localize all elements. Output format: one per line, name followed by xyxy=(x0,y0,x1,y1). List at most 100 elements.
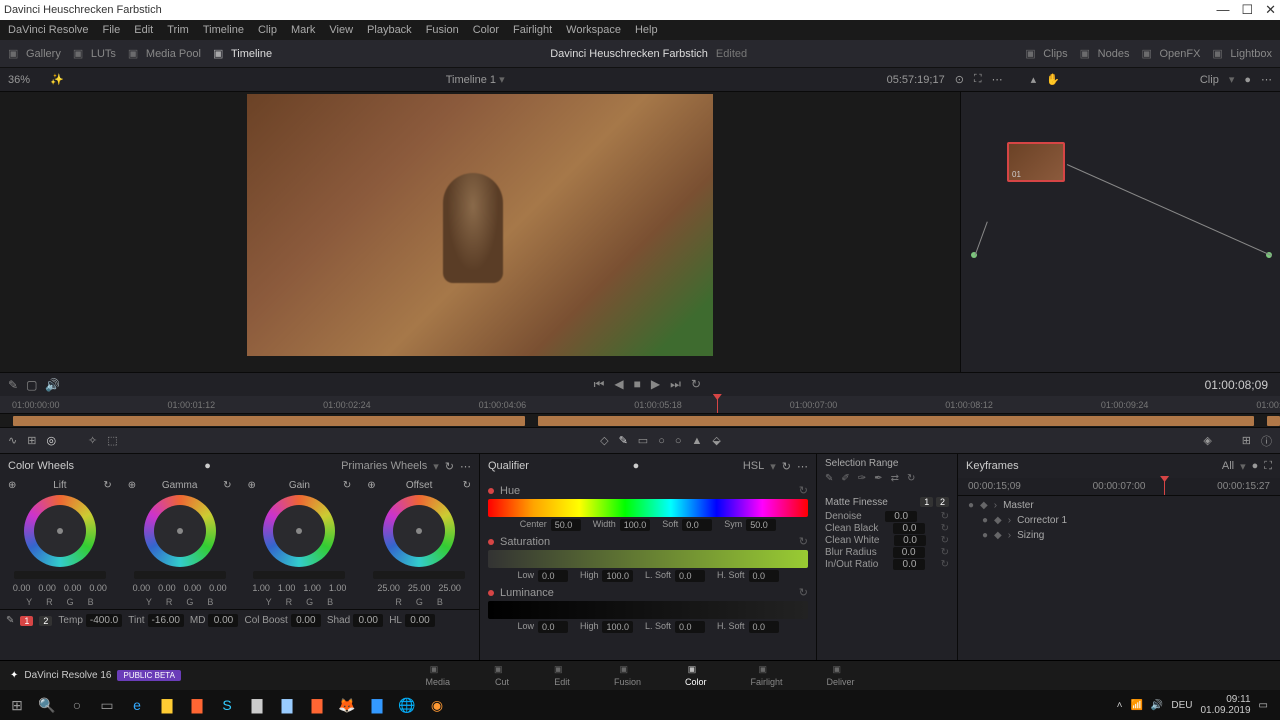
menu-help[interactable]: Help xyxy=(635,24,658,36)
adjust-temp[interactable]: Temp-400.0 xyxy=(58,614,122,627)
more-icon-2[interactable]: ⋯ xyxy=(1261,73,1272,86)
adjust-col-boost[interactable]: Col Boost0.00 xyxy=(244,614,320,627)
eyedropper-icon[interactable]: ✎ xyxy=(619,434,628,447)
timeline-ruler[interactable]: 01:00:00:0001:00:01:1201:00:02:2401:00:0… xyxy=(0,396,1280,414)
stop-button[interactable]: ■ xyxy=(634,377,641,392)
picker-icon[interactable]: ✎ xyxy=(8,378,18,392)
tray-up-icon[interactable]: ˄ xyxy=(1117,700,1123,711)
q-value[interactable]: 100.0 xyxy=(602,621,633,633)
highlight-icon[interactable]: ◈ xyxy=(1203,434,1211,447)
reset-icon[interactable]: ↻ xyxy=(941,559,949,570)
topbar-timeline[interactable]: ▣Timeline xyxy=(213,47,272,61)
reset-icon[interactable]: ↻ xyxy=(103,480,111,491)
q-value[interactable]: 50.0 xyxy=(746,519,776,531)
wheel-value[interactable]: 1.00 xyxy=(278,583,296,593)
edge-icon[interactable]: e xyxy=(124,692,150,718)
picker-add-icon[interactable]: ✎ xyxy=(825,473,833,484)
q-value[interactable]: 50.0 xyxy=(551,519,581,531)
minimize-button[interactable]: — xyxy=(1216,2,1229,18)
adjust-md[interactable]: MD0.00 xyxy=(190,614,239,627)
node-graph[interactable]: 01 xyxy=(960,92,1280,372)
viewer-opts-icon[interactable]: ⊙ xyxy=(955,73,964,86)
reset-icon[interactable]: ↻ xyxy=(799,586,808,599)
q-value[interactable]: 0.0 xyxy=(682,519,712,531)
more-icon[interactable]: ⋯ xyxy=(797,460,808,473)
clip[interactable] xyxy=(13,416,525,426)
color-wheel[interactable] xyxy=(263,495,335,567)
key-icon-2[interactable]: ⬙ xyxy=(712,434,720,447)
close-button[interactable]: ✕ xyxy=(1265,2,1276,18)
pointer-icon[interactable]: ▴ xyxy=(1031,73,1037,86)
curves-icon[interactable]: ∿ xyxy=(8,434,17,447)
reset-range-icon[interactable]: ↻ xyxy=(907,473,915,484)
section-toggle[interactable] xyxy=(488,539,494,545)
adjust-tint[interactable]: Tint-16.00 xyxy=(128,614,184,627)
wheel-value[interactable]: 0.00 xyxy=(158,583,176,593)
color-wheel[interactable] xyxy=(144,495,216,567)
reset-icon[interactable]: ↻ xyxy=(343,480,351,491)
zoom-level[interactable]: 36% xyxy=(8,74,30,86)
expand-icon[interactable]: ⛶ xyxy=(1264,460,1272,473)
page-fairlight[interactable]: ▣Fairlight xyxy=(751,664,783,687)
section-toggle[interactable] xyxy=(488,488,494,494)
q-value[interactable]: 0.0 xyxy=(749,621,779,633)
kf-item-master[interactable]: ●◆›Master xyxy=(958,498,1280,513)
menu-clip[interactable]: Clip xyxy=(258,24,277,36)
menu-workspace[interactable]: Workspace xyxy=(566,24,621,36)
page-1-pill[interactable]: 1 xyxy=(20,616,33,626)
reset-icon[interactable]: ↻ xyxy=(799,535,808,548)
expand-icon[interactable]: ⛶ xyxy=(974,73,982,86)
clip-strip[interactable] xyxy=(0,414,1280,428)
picker-add2-icon[interactable]: ✒ xyxy=(874,473,882,484)
page-media[interactable]: ▣Media xyxy=(425,664,450,687)
fx-icon[interactable]: ✧ xyxy=(88,434,97,447)
target-icon[interactable]: ◎ xyxy=(46,434,56,447)
q-value[interactable]: 0.0 xyxy=(749,570,779,582)
q-value[interactable]: 0.0 xyxy=(538,570,568,582)
app-icon[interactable]: ▇ xyxy=(244,692,270,718)
menu-davinci-resolve[interactable]: DaVinci Resolve xyxy=(8,24,89,36)
menu-file[interactable]: File xyxy=(103,24,121,36)
luminance-gradient[interactable] xyxy=(488,601,808,619)
chrome-icon[interactable]: 🌐 xyxy=(394,692,420,718)
cortana-icon[interactable]: ○ xyxy=(64,692,90,718)
picker-icon[interactable]: ✎ xyxy=(6,615,14,626)
wheel-value[interactable]: 1.00 xyxy=(252,583,270,593)
kf-item-corrector-1[interactable]: ●◆›Corrector 1 xyxy=(958,513,1280,528)
wheel-value[interactable]: 0.00 xyxy=(13,583,31,593)
picker-soft-icon[interactable]: ✑ xyxy=(858,473,866,484)
expand-icon[interactable]: ⊕ xyxy=(128,480,136,491)
page-cut[interactable]: ▣Cut xyxy=(494,664,510,687)
app-icon[interactable]: ▇ xyxy=(184,692,210,718)
master-strip[interactable] xyxy=(253,571,345,579)
reset-icon[interactable]: ↻ xyxy=(782,460,791,473)
clip[interactable] xyxy=(538,416,1255,426)
wheel-value[interactable]: 0.00 xyxy=(38,583,56,593)
topbar-media-pool[interactable]: ▣Media Pool xyxy=(128,47,201,61)
menu-fairlight[interactable]: Fairlight xyxy=(513,24,552,36)
window-icon[interactable]: ◇ xyxy=(600,434,608,447)
reset-icon[interactable]: ↻ xyxy=(463,480,471,491)
maximize-button[interactable]: ☐ xyxy=(1241,2,1253,18)
app-icon[interactable]: ▇ xyxy=(274,692,300,718)
info-icon[interactable]: ⓘ xyxy=(1261,433,1272,449)
loop-button[interactable]: ↻ xyxy=(691,377,701,392)
menu-mark[interactable]: Mark xyxy=(291,24,315,36)
firefox-icon[interactable]: 🦊 xyxy=(334,692,360,718)
step-back-button[interactable]: ◀ xyxy=(614,377,623,392)
scopes2-icon[interactable]: ⊞ xyxy=(1242,434,1251,447)
q-value[interactable]: 100.0 xyxy=(602,570,633,582)
node-corrector-1[interactable]: 01 xyxy=(1007,142,1065,182)
expand-icon[interactable]: ⊕ xyxy=(248,480,256,491)
mf-tab-1[interactable]: 1 xyxy=(920,497,933,507)
app-icon[interactable]: ▇ xyxy=(304,692,330,718)
reset-icon[interactable]: ↻ xyxy=(941,523,949,534)
explorer-icon[interactable]: ▇ xyxy=(154,692,180,718)
scopes-icon[interactable]: ⊞ xyxy=(27,434,36,447)
resolve-icon[interactable]: ◉ xyxy=(424,692,450,718)
color-wheel[interactable] xyxy=(383,495,455,567)
more-icon[interactable]: ⋯ xyxy=(992,73,1003,86)
menu-timeline[interactable]: Timeline xyxy=(203,24,244,36)
circle-icon[interactable]: ○ xyxy=(658,435,665,447)
topbar-clips[interactable]: ▣Clips xyxy=(1025,47,1067,61)
